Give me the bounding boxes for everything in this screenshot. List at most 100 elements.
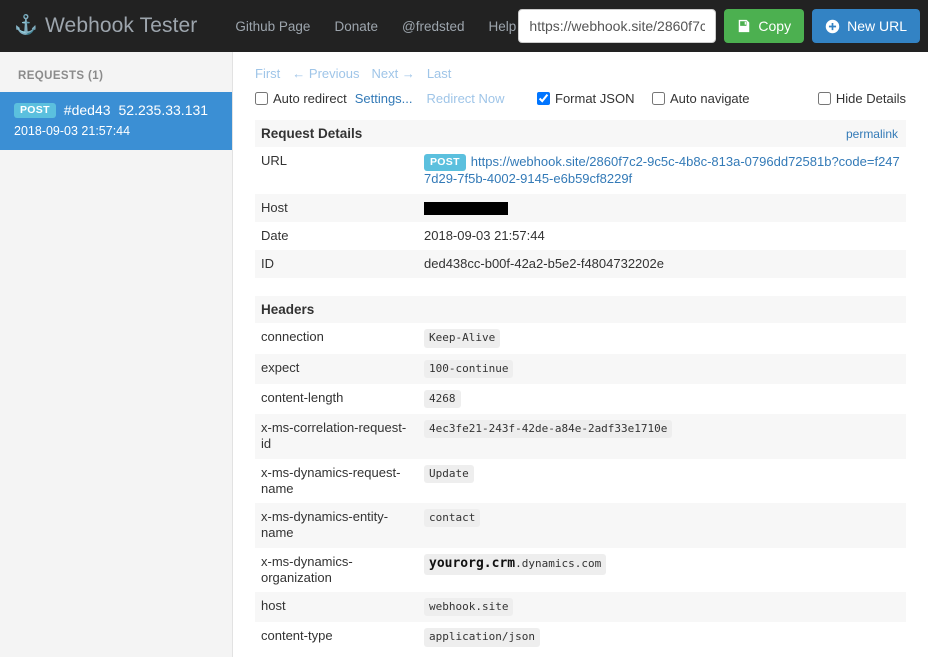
requests-sidebar: REQUESTS (1) POST #ded43 52.235.33.131 2… xyxy=(0,52,233,657)
table-row: x-ms-correlation-request-id 4ec3fe21-243… xyxy=(255,414,906,459)
top-navbar: ⚓ Webhook Tester Github Page Donate @fre… xyxy=(0,0,928,52)
format-json-option[interactable]: Format JSON xyxy=(537,91,634,106)
permalink-link[interactable]: permalink xyxy=(846,127,898,141)
request-list-item[interactable]: POST #ded43 52.235.33.131 2018-09-03 21:… xyxy=(0,92,232,150)
header-value-cell: yourorg.crm.dynamics.com xyxy=(418,548,906,593)
pager-first[interactable]: First xyxy=(255,64,292,83)
headers-title: Headers xyxy=(261,302,314,317)
header-value: 4268 xyxy=(424,390,461,408)
pager-previous[interactable]: ← Previous xyxy=(292,64,371,83)
request-list-item-header: POST #ded43 52.235.33.131 xyxy=(14,101,220,120)
header-value-cell: Update xyxy=(418,459,906,504)
headers-table: connection Keep-Alive expect 100-continu… xyxy=(255,323,906,652)
format-json-checkbox[interactable] xyxy=(537,92,550,105)
new-url-button-label: New URL xyxy=(847,18,907,34)
redacted-host-value xyxy=(424,202,508,215)
auto-redirect-label: Auto redirect xyxy=(273,91,347,106)
plus-circle-icon xyxy=(825,19,840,34)
row-key-id: ID xyxy=(255,250,418,278)
auto-redirect-option[interactable]: Auto redirect xyxy=(255,91,347,106)
request-ip: 52.235.33.131 xyxy=(119,101,209,120)
header-value-cell: contact xyxy=(418,503,906,548)
header-key: x-ms-dynamics-entity-name xyxy=(255,503,418,548)
table-row: x-ms-dynamics-entity-name contact xyxy=(255,503,906,548)
row-key-url: URL xyxy=(255,147,418,194)
section-spacer xyxy=(255,278,906,296)
header-key: content-length xyxy=(255,384,418,414)
anchor-icon: ⚓ xyxy=(14,14,36,38)
auto-redirect-checkbox[interactable] xyxy=(255,92,268,105)
row-value-url: POSThttps://webhook.site/2860f7c2-9c5c-4… xyxy=(418,147,906,194)
nav-link-github-page[interactable]: Github Page xyxy=(223,13,322,40)
brand-title: Webhook Tester xyxy=(45,14,197,38)
table-row-id: ID ded438cc-b00f-42a2-b5e2-f4804732202e xyxy=(255,250,906,278)
table-row: connection Keep-Alive xyxy=(255,323,906,353)
header-key: connection xyxy=(255,323,418,353)
method-badge: POST xyxy=(14,103,56,119)
request-url-link[interactable]: https://webhook.site/2860f7c2-9c5c-4b8c-… xyxy=(424,154,900,186)
header-key: expect xyxy=(255,354,418,384)
header-value-org: yourorg.crm.dynamics.com xyxy=(424,554,606,575)
url-method-badge: POST xyxy=(424,154,466,171)
table-row: expect 100-continue xyxy=(255,354,906,384)
main-panel: First ← Previous Next → Last Auto redire… xyxy=(233,52,928,657)
row-key-host: Host xyxy=(255,194,418,222)
request-details-table: URL POSThttps://webhook.site/2860f7c2-9c… xyxy=(255,147,906,278)
webhook-tester-app: ⚓ Webhook Tester Github Page Donate @fre… xyxy=(0,0,928,657)
pager-last[interactable]: Last xyxy=(427,64,464,83)
row-key-date: Date xyxy=(255,222,418,250)
format-json-label: Format JSON xyxy=(555,91,634,106)
hide-details-option[interactable]: Hide Details xyxy=(818,91,906,106)
request-details-title: Request Details xyxy=(261,126,362,141)
header-value-cell: Keep-Alive xyxy=(418,323,906,353)
row-value-host xyxy=(418,194,906,222)
new-url-button[interactable]: New URL xyxy=(812,9,920,43)
redirect-now-link[interactable]: Redirect Now xyxy=(427,91,505,106)
navbar-links: Github Page Donate @fredsted Help xyxy=(223,13,528,40)
copy-button-label: Copy xyxy=(758,18,791,34)
auto-navigate-checkbox[interactable] xyxy=(652,92,665,105)
pager-next[interactable]: Next → xyxy=(371,64,426,83)
row-value-id: ded438cc-b00f-42a2-b5e2-f4804732202e xyxy=(418,250,906,278)
header-value: 100-continue xyxy=(424,360,513,378)
header-value-cell: 4268 xyxy=(418,384,906,414)
header-value-cell: webhook.site xyxy=(418,592,906,622)
settings-link[interactable]: Settings... xyxy=(355,91,413,106)
copy-button[interactable]: Copy xyxy=(724,9,804,43)
auto-navigate-label: Auto navigate xyxy=(670,91,750,106)
header-key: x-ms-correlation-request-id xyxy=(255,414,418,459)
table-row: host webhook.site xyxy=(255,592,906,622)
header-value: Keep-Alive xyxy=(424,329,500,347)
header-value-org-suffix: .dynamics.com xyxy=(515,557,601,570)
table-row-date: Date 2018-09-03 21:57:44 xyxy=(255,222,906,250)
header-value: contact xyxy=(424,509,480,527)
nav-link-fredsted[interactable]: @fredsted xyxy=(390,13,476,40)
table-row: x-ms-dynamics-organization yourorg.crm.d… xyxy=(255,548,906,593)
row-value-date: 2018-09-03 21:57:44 xyxy=(418,222,906,250)
body-split: REQUESTS (1) POST #ded43 52.235.33.131 2… xyxy=(0,52,928,657)
headers-heading: Headers xyxy=(255,296,906,323)
hide-details-label: Hide Details xyxy=(836,91,906,106)
table-row-url: URL POSThttps://webhook.site/2860f7c2-9c… xyxy=(255,147,906,194)
header-key: x-ms-dynamics-request-name xyxy=(255,459,418,504)
pager: First ← Previous Next → Last xyxy=(255,64,906,83)
header-key: content-type xyxy=(255,622,418,652)
header-key: host xyxy=(255,592,418,622)
request-timestamp: 2018-09-03 21:57:44 xyxy=(14,123,220,140)
hide-details-checkbox[interactable] xyxy=(818,92,831,105)
requests-sidebar-title: REQUESTS (1) xyxy=(0,52,232,92)
table-row: x-ms-dynamics-request-name Update xyxy=(255,459,906,504)
header-value-cell: 4ec3fe21-243f-42de-a84e-2adf33e1710e xyxy=(418,414,906,459)
auto-navigate-option[interactable]: Auto navigate xyxy=(652,91,750,106)
table-row-host: Host xyxy=(255,194,906,222)
navbar-actions: Copy New URL xyxy=(518,0,920,52)
brand[interactable]: ⚓ Webhook Tester xyxy=(14,14,197,38)
table-row: content-type application/json xyxy=(255,622,906,652)
header-key: x-ms-dynamics-organization xyxy=(255,548,418,593)
table-row: content-length 4268 xyxy=(255,384,906,414)
request-details-heading: Request Details permalink xyxy=(255,120,906,147)
url-input[interactable] xyxy=(518,9,716,43)
header-value: application/json xyxy=(424,628,540,646)
header-value: Update xyxy=(424,465,474,483)
nav-link-donate[interactable]: Donate xyxy=(322,13,390,40)
